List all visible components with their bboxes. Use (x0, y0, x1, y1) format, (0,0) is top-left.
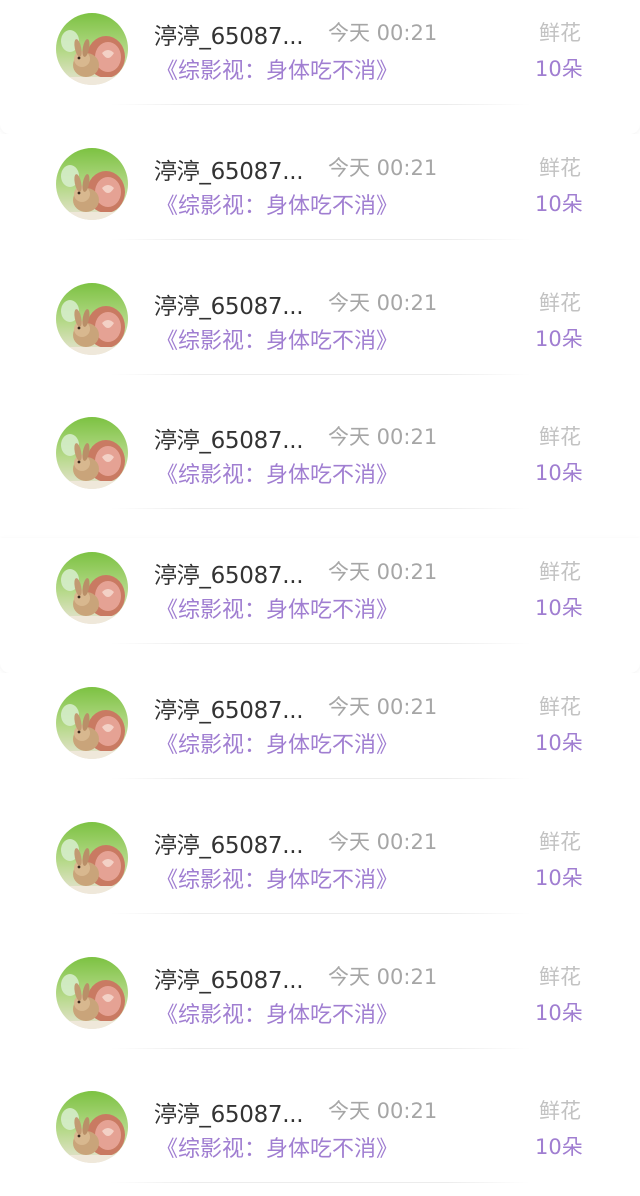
user-name[interactable]: 渟渟_65087... (154, 17, 304, 51)
rabbit-avatar-icon (56, 552, 128, 625)
gift-type: 鲜花 (539, 290, 581, 315)
avatar[interactable] (56, 1091, 128, 1164)
gift-record-list: 渟渟_65087... 今天 00:21 《综影视：身体吃不消》 鲜花 10朵 (0, 0, 640, 1196)
avatar[interactable] (56, 687, 128, 759)
user-name[interactable]: 渟渟_65087... (154, 287, 304, 321)
timestamp: 今天 00:21 (328, 1099, 438, 1124)
timestamp: 今天 00:21 (328, 425, 438, 450)
divider (110, 373, 530, 375)
work-title-link[interactable]: 《综影视：身体吃不消》 (156, 997, 398, 1029)
list-item[interactable]: 渟渟_65087... 今天 00:21 《综影视：身体吃不消》 鲜花 10朵 (0, 0, 640, 134)
gift-amount: 10朵 (535, 596, 583, 621)
divider (110, 778, 530, 779)
gift-type: 鲜花 (539, 21, 581, 45)
user-name[interactable]: 渟渟_65087... (154, 556, 304, 590)
gift-type: 鲜花 (539, 695, 581, 719)
rabbit-avatar-icon (56, 417, 128, 490)
user-name[interactable]: 渟渟_65087... (154, 421, 304, 455)
user-name[interactable]: 渟渟_65087... (154, 826, 304, 860)
work-title-link[interactable]: 《综影视：身体吃不消》 (156, 1131, 398, 1163)
gift-type: 鲜花 (539, 829, 581, 854)
gift-amount: 10朵 (535, 191, 583, 216)
avatar[interactable] (56, 552, 128, 625)
timestamp: 今天 00:21 (328, 695, 438, 719)
gift-amount: 10朵 (535, 461, 583, 486)
gift-amount: 10朵 (535, 326, 583, 351)
gift-type: 鲜花 (539, 964, 581, 989)
divider (110, 104, 530, 105)
work-title-link[interactable]: 《综影视：身体吃不消》 (156, 862, 398, 894)
timestamp: 今天 00:21 (328, 21, 438, 45)
work-title-link[interactable]: 《综影视：身体吃不消》 (156, 457, 398, 489)
work-title-link[interactable]: 《综影视：身体吃不消》 (156, 727, 398, 759)
gift-type: 鲜花 (539, 155, 581, 180)
avatar[interactable] (56, 13, 128, 85)
rabbit-avatar-icon (56, 956, 128, 1029)
work-title-link[interactable]: 《综影视：身体吃不消》 (156, 323, 398, 355)
user-name[interactable]: 渟渟_65087... (154, 961, 304, 995)
divider (110, 508, 530, 510)
rabbit-avatar-icon (56, 13, 128, 85)
divider (110, 1047, 530, 1049)
user-name[interactable]: 渟渟_65087... (154, 152, 304, 186)
gift-amount: 10朵 (535, 865, 583, 890)
divider (110, 1182, 530, 1184)
list-item[interactable]: 渟渟_65087... 今天 00:21 《综影视：身体吃不消》 鲜花 10朵 (0, 1077, 640, 1196)
list-item[interactable]: 渟渟_65087... 今天 00:21 《综影视：身体吃不消》 鲜花 10朵 (0, 942, 640, 1078)
work-title-link[interactable]: 《综影视：身体吃不消》 (156, 592, 398, 624)
gift-amount: 10朵 (535, 731, 583, 755)
user-name[interactable]: 渟渟_65087... (154, 1095, 304, 1129)
avatar[interactable] (56, 821, 128, 894)
list-item[interactable]: 渟渟_65087... 今天 00:21 《综影视：身体吃不消》 鲜花 10朵 (0, 268, 640, 404)
avatar[interactable] (56, 956, 128, 1029)
rabbit-avatar-icon (56, 1091, 128, 1164)
list-item[interactable]: 渟渟_65087... 今天 00:21 《综影视：身体吃不消》 鲜花 10朵 (0, 538, 640, 674)
rabbit-avatar-icon (56, 821, 128, 894)
timestamp: 今天 00:21 (328, 290, 438, 315)
gift-type: 鲜花 (539, 1099, 581, 1124)
avatar[interactable] (56, 417, 128, 490)
list-item[interactable]: 渟渟_65087... 今天 00:21 《综影视：身体吃不消》 鲜花 10朵 (0, 403, 640, 539)
user-name[interactable]: 渟渟_65087... (154, 691, 304, 725)
avatar[interactable] (56, 282, 128, 355)
timestamp: 今天 00:21 (328, 964, 438, 989)
divider (110, 238, 530, 240)
gift-type: 鲜花 (539, 425, 581, 450)
rabbit-avatar-icon (56, 282, 128, 355)
work-title-link[interactable]: 《综影视：身体吃不消》 (156, 188, 398, 220)
work-title-link[interactable]: 《综影视：身体吃不消》 (156, 53, 398, 85)
divider (110, 643, 530, 645)
timestamp: 今天 00:21 (328, 829, 438, 854)
gift-amount: 10朵 (535, 1135, 583, 1160)
avatar[interactable] (56, 147, 128, 220)
timestamp: 今天 00:21 (328, 560, 438, 585)
list-item[interactable]: 渟渟_65087... 今天 00:21 《综影视：身体吃不消》 鲜花 10朵 (0, 807, 640, 943)
divider (110, 912, 530, 914)
gift-type: 鲜花 (539, 560, 581, 585)
rabbit-avatar-icon (56, 687, 128, 759)
gift-amount: 10朵 (535, 1000, 583, 1025)
list-item[interactable]: 渟渟_65087... 今天 00:21 《综影视：身体吃不消》 鲜花 10朵 (0, 673, 640, 808)
timestamp: 今天 00:21 (328, 155, 438, 180)
list-item[interactable]: 渟渟_65087... 今天 00:21 《综影视：身体吃不消》 鲜花 10朵 (0, 133, 640, 269)
gift-amount: 10朵 (535, 57, 583, 81)
rabbit-avatar-icon (56, 147, 128, 220)
